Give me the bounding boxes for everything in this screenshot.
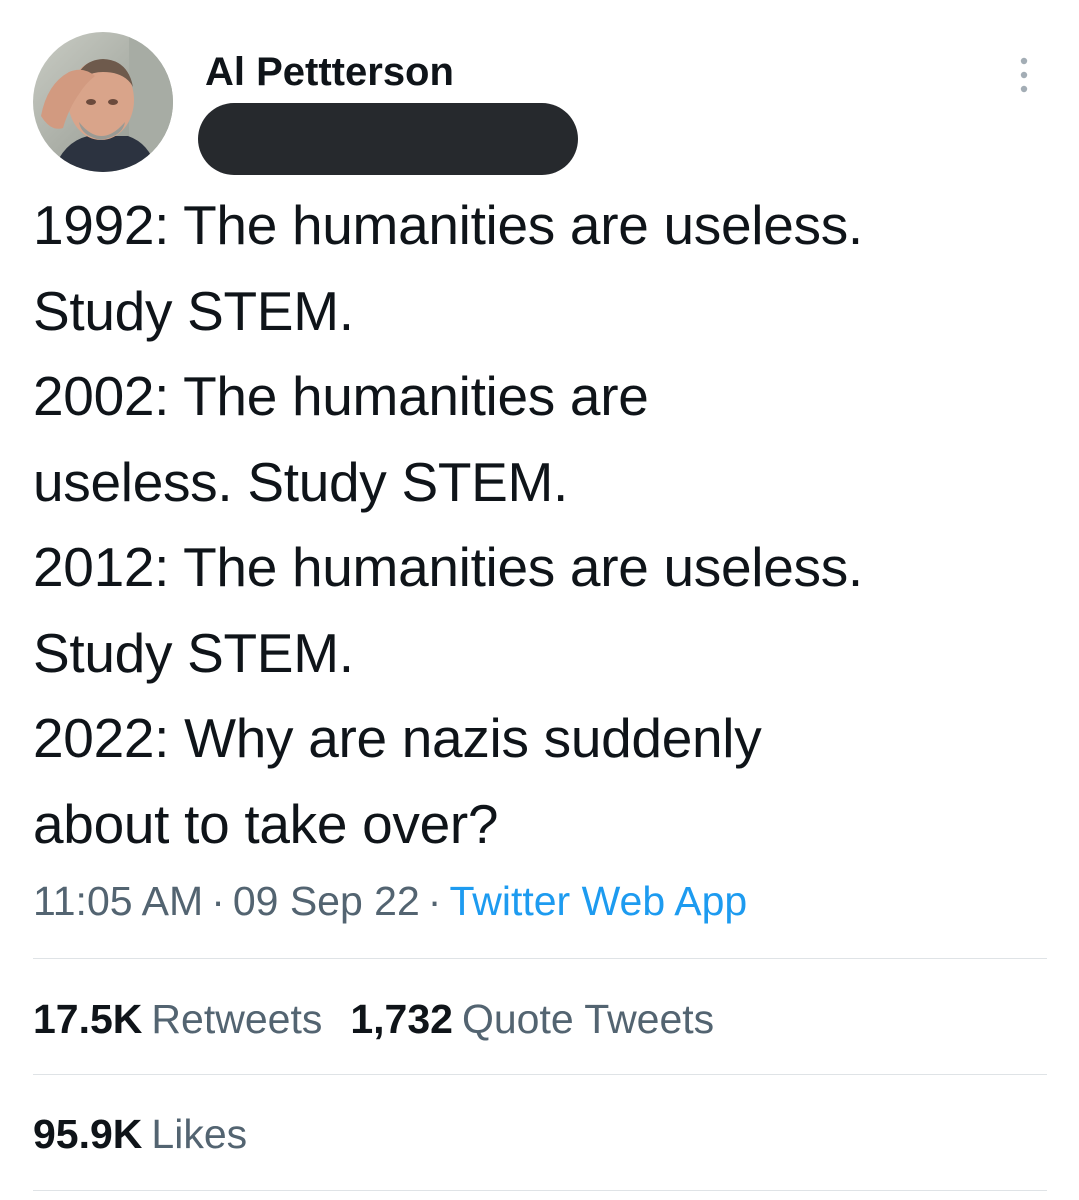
tweet-text-line: Study STEM. [33,621,354,684]
divider [33,958,1047,959]
tweet-text-line: useless. Study STEM. [33,450,569,513]
quote-tweets-count: 1,732 [350,996,453,1042]
tweet-text: 1992: The humanities are useless. Study … [33,183,1053,867]
divider [33,1074,1047,1075]
tweet-time[interactable]: 11:05 AM [33,878,203,924]
likes-label: Likes [151,1111,248,1157]
quote-tweets-stat[interactable]: 1,732 Quote Tweets [350,994,714,1044]
likes-stats-row: 95.9K Likes [33,1109,275,1159]
retweets-count: 17.5K [33,996,143,1042]
tweet-text-line: Study STEM. [33,279,354,342]
redacted-handle [198,103,578,175]
retweets-label: Retweets [151,996,323,1042]
tweet-text-line: about to take over? [33,792,499,855]
avatar[interactable] [33,32,173,172]
avatar-photo [33,32,173,172]
likes-stat[interactable]: 95.9K Likes [33,1109,247,1159]
tweet-text-line: 1992: The humanities are useless. [33,194,863,256]
tweet-card: Al Pettterson 1992: The humanities are u… [0,0,1079,1200]
likes-count: 95.9K [33,1111,143,1157]
engagement-stats-row: 17.5K Retweets 1,732 Quote Tweets [33,994,742,1044]
more-vertical-icon[interactable] [1012,55,1036,95]
tweet-source-link[interactable]: Twitter Web App [449,878,747,924]
quote-tweets-label: Quote Tweets [461,996,715,1042]
tweet-text-line: 2002: The humanities are [33,365,649,427]
tweet-text-line: 2022: Why are nazis suddenly [33,707,762,769]
author-display-name[interactable]: Al Pettterson [205,48,454,96]
meta-separator: · [427,878,442,924]
meta-separator: · [211,878,225,924]
tweet-metadata: 11:05 AM · 09 Sep 22 · Twitter Web App [33,876,747,926]
retweets-stat[interactable]: 17.5K Retweets [33,994,322,1044]
tweet-text-line: 2012: The humanities are useless. [33,536,863,598]
divider [33,1190,1047,1191]
tweet-date[interactable]: 09 Sep 22 [233,878,420,924]
